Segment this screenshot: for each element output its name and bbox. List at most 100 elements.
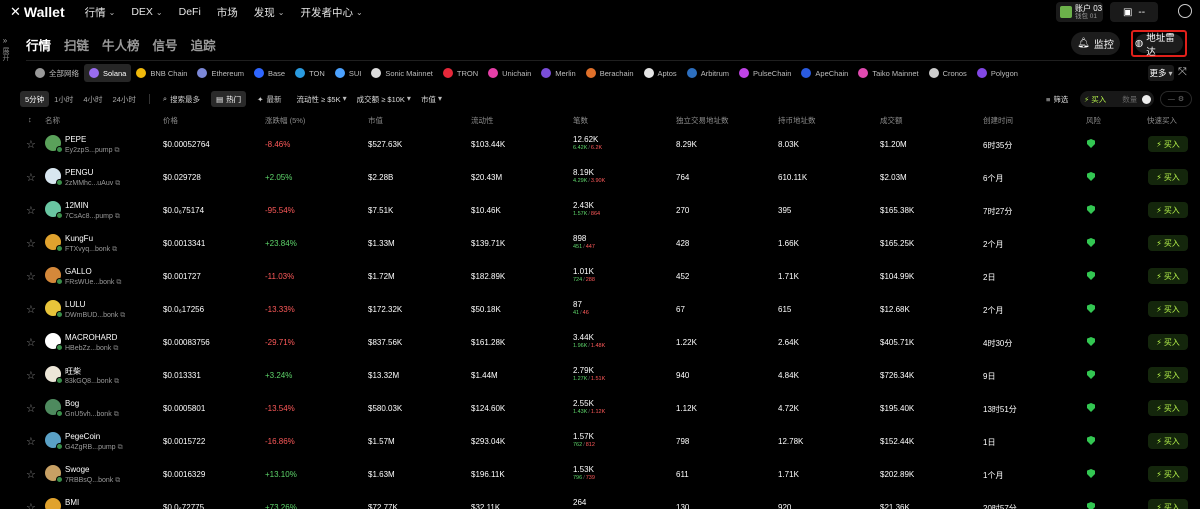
token-row[interactable]: ☆ 旺柴 83kGQ8...bonk ⧉ $0.013331 +3.24% $13.32M $… [0, 359, 1200, 392]
chain-4[interactable]: Base [249, 64, 290, 82]
quick-buy-button[interactable]: ⚡ 买入 [1148, 202, 1188, 218]
quick-buy-button[interactable]: ⚡ 买入 [1148, 334, 1188, 350]
token-name[interactable]: 12MIN [65, 201, 89, 210]
column-header-7[interactable]: 持币地址数 [778, 115, 816, 126]
account-switcher[interactable]: 账户 03 钱包 01 [1056, 2, 1103, 22]
chain-0[interactable]: 全部网络 [30, 64, 84, 82]
copy-icon[interactable]: ⧉ [113, 345, 118, 353]
copy-icon[interactable]: ⧉ [114, 411, 119, 419]
risk-shield-icon[interactable] [1087, 205, 1095, 214]
timeframe-2[interactable]: 4小时 [78, 91, 107, 107]
copy-icon[interactable]: ⧉ [114, 147, 119, 155]
copy-icon[interactable]: ⧉ [118, 444, 123, 452]
page-tab-0[interactable]: 行情 [26, 35, 51, 54]
star-icon[interactable]: ☆ [26, 402, 36, 415]
nav-item-3[interactable]: 市场 [217, 5, 238, 20]
token-row[interactable]: ☆ BMI $0.0₆72775 +73.26% $72.77K $32.11K 130 92… [0, 491, 1200, 509]
monitor-button[interactable]: 🔔︎ 监控 [1071, 32, 1120, 55]
collapse-icon[interactable]: ⤧ [1178, 66, 1187, 79]
token-row[interactable]: ☆ LULU DWmBUD...bonk ⧉ $0.0₆17256 -13.33% $172… [0, 293, 1200, 326]
chain-14[interactable]: PulseChain [734, 64, 796, 82]
quick-buy-settings[interactable]: ⚡ 买入 数量 [1080, 91, 1154, 107]
quick-buy-button[interactable]: ⚡ 买入 [1148, 433, 1188, 449]
token-name[interactable]: LULU [65, 300, 85, 309]
chain-3[interactable]: Ethereum [192, 64, 249, 82]
page-tab-4[interactable]: 追踪 [191, 35, 216, 54]
quick-buy-button[interactable]: ⚡ 买入 [1148, 301, 1188, 317]
token-row[interactable]: ☆ PENGU 2zMMhc...uAuv ⧉ $0.029728 +2.05% $2.28… [0, 161, 1200, 194]
chain-15[interactable]: ApeChain [796, 64, 853, 82]
quick-buy-button[interactable]: ⚡ 买入 [1148, 466, 1188, 482]
column-header-8[interactable]: 成交额 [880, 115, 903, 126]
quick-buy-button[interactable]: ⚡ 买入 [1148, 169, 1188, 185]
page-tab-3[interactable]: 信号 [153, 35, 178, 54]
page-tab-1[interactable]: 扫链 [64, 35, 89, 54]
risk-shield-icon[interactable] [1087, 370, 1095, 379]
star-icon[interactable]: ☆ [26, 237, 36, 250]
chain-16[interactable]: Taiko Mainnet [853, 64, 923, 82]
risk-shield-icon[interactable] [1087, 403, 1095, 412]
filter-dropdown-0[interactable]: 流动性 ≥ $5K ▾ [296, 94, 346, 105]
token-name[interactable]: MACROHARD [65, 333, 117, 342]
risk-shield-icon[interactable] [1087, 238, 1095, 247]
nav-item-2[interactable]: DeFi [179, 5, 201, 20]
risk-shield-icon[interactable] [1087, 436, 1095, 445]
quick-buy-button[interactable]: ⚡ 买入 [1148, 136, 1188, 152]
nav-item-0[interactable]: 行情 ⌄ [85, 5, 116, 20]
risk-shield-icon[interactable] [1087, 172, 1095, 181]
star-icon[interactable]: ☆ [26, 270, 36, 283]
amount-toggle[interactable] [1142, 94, 1152, 104]
sort-2[interactable]: ✦ 最新 [252, 91, 286, 107]
column-header-3[interactable]: 市值 [368, 115, 383, 126]
star-icon[interactable]: ☆ [26, 303, 36, 316]
copy-icon[interactable]: ⧉ [115, 213, 120, 221]
token-name[interactable]: Bog [65, 399, 79, 408]
wallet-connect-button[interactable]: ▣ -- [1110, 2, 1158, 22]
chain-12[interactable]: Aptos [639, 64, 682, 82]
token-name[interactable]: GALLO [65, 267, 92, 276]
risk-shield-icon[interactable] [1087, 271, 1095, 280]
sidebar-expand-toggle[interactable]: » 展开 [0, 36, 10, 70]
timeframe-0[interactable]: 5分钟 [20, 91, 50, 107]
copy-icon[interactable]: ⧉ [115, 180, 120, 188]
token-row[interactable]: ☆ GALLO FRsWUe...bonk ⧉ $0.001727 -11.03% $1.7… [0, 260, 1200, 293]
risk-shield-icon[interactable] [1087, 502, 1095, 509]
nav-item-4[interactable]: 发现 ⌄ [254, 5, 285, 20]
screen-filter-button[interactable]: ≡ 筛选 [1046, 94, 1068, 105]
quick-buy-button[interactable]: ⚡ 买入 [1148, 235, 1188, 251]
amount-input[interactable]: 数量 [1122, 94, 1137, 105]
token-row[interactable]: ☆ Swoge 7RBBsQ...bonk ⧉ $0.0016329 +13.10% $1.… [0, 458, 1200, 491]
chain-8[interactable]: TRON [438, 64, 483, 82]
risk-shield-icon[interactable] [1087, 304, 1095, 313]
token-row[interactable]: ☆ MACROHARD HBebZz...bonk ⧉ $0.00083756 -29.7… [0, 326, 1200, 359]
quick-buy-button[interactable]: ⚡ 买入 [1148, 367, 1188, 383]
column-header-1[interactable]: 价格 [163, 115, 178, 126]
star-icon[interactable]: ☆ [26, 369, 36, 382]
column-header-9[interactable]: 创建时间 [983, 115, 1013, 126]
token-name[interactable]: PENGU [65, 168, 93, 177]
logo[interactable]: ✕ Wallet [10, 4, 65, 20]
sort-0[interactable]: ⌕ 搜索最多 [158, 91, 205, 107]
star-icon[interactable]: ☆ [26, 204, 36, 217]
token-row[interactable]: ☆ 12MIN 7CsAc8...pump ⧉ $0.0₆75174 -95.54% $7.… [0, 194, 1200, 227]
chain-1[interactable]: Solana [84, 64, 132, 82]
copy-icon[interactable]: ⧉ [116, 279, 121, 287]
token-name[interactable]: BMI [65, 498, 79, 507]
chain-17[interactable]: Cronos [924, 64, 972, 82]
chain-9[interactable]: Unichain [483, 64, 536, 82]
filter-dropdown-2[interactable]: 市值 ▾ [421, 94, 442, 105]
globe-icon[interactable] [1178, 4, 1192, 18]
column-header-4[interactable]: 流动性 [471, 115, 494, 126]
star-icon[interactable]: ☆ [26, 336, 36, 349]
quick-buy-button[interactable]: ⚡ 买入 [1148, 499, 1188, 509]
risk-shield-icon[interactable] [1087, 469, 1095, 478]
more-chains-button[interactable]: 更多 ▾ [1148, 65, 1174, 81]
star-icon[interactable]: ☆ [26, 171, 36, 184]
trade-settings-button[interactable]: — ⚙ [1160, 91, 1192, 107]
copy-icon[interactable]: ⧉ [120, 312, 125, 320]
token-row[interactable]: ☆ Bog GnU5vh...bonk ⧉ $0.0005801 -13.54% $580.… [0, 392, 1200, 425]
token-name[interactable]: Swoge [65, 465, 89, 474]
risk-shield-icon[interactable] [1087, 337, 1095, 346]
column-header-6[interactable]: 独立交易地址数 [676, 115, 729, 126]
timeframe-1[interactable]: 1小时 [49, 91, 78, 107]
